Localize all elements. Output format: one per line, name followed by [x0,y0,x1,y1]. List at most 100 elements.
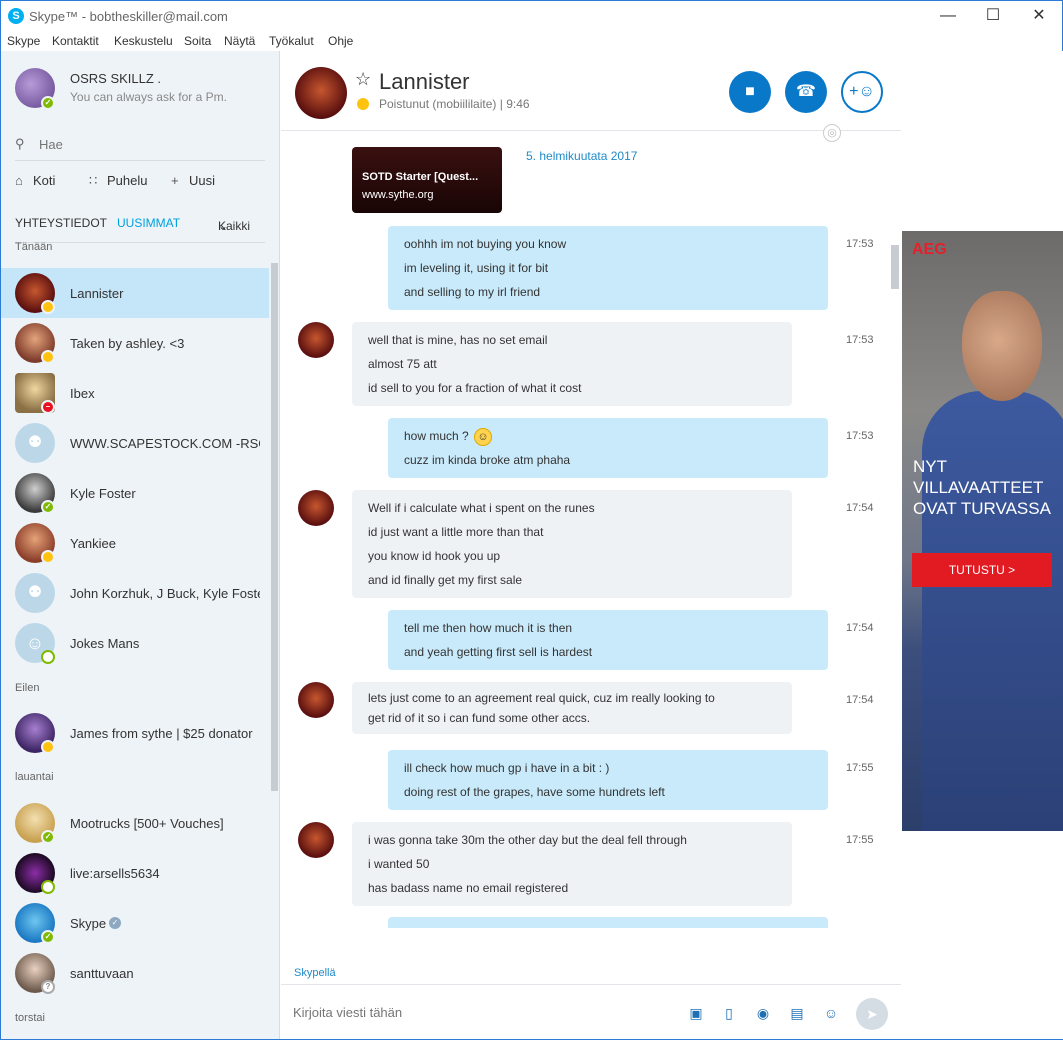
message-text: how much ? [404,429,469,443]
profile-name[interactable]: OSRS SKILLZ . [70,71,161,86]
incoming-message[interactable]: well that is mine, has no set email almo… [352,322,792,406]
menu-contacts[interactable]: Kontaktit [52,34,99,48]
message-time: 17:55 [846,834,874,846]
unknown-status-icon: ? [41,980,55,994]
contact-item[interactable]: ? santtuvaan [1,948,269,998]
video-message-icon[interactable]: ◉ [753,1005,773,1023]
contact-item[interactable]: ☺ Jokes Mans [1,618,269,668]
favorite-star-icon[interactable]: ☆ [355,69,371,90]
home-button[interactable]: ⌂ Koti [15,173,55,193]
send-button[interactable]: ➤ [856,998,888,1030]
advertisement[interactable]: AEG NYT VILLAVAATTEET OVAT TURVASSA TUTU… [902,231,1063,831]
away-status-icon [41,740,55,754]
audio-call-button[interactable]: ☎ [785,71,827,113]
ad-person-head [962,291,1042,401]
link-preview-title: SOTD Starter [Quest... [362,171,479,183]
new-button[interactable]: + Uusi [171,173,215,193]
ad-column: AEG NYT VILLAVAATTEET OVAT TURVASSA TUTU… [902,51,1063,1039]
add-contact-icon: +☺ [849,83,875,100]
menu-skype[interactable]: Skype [7,34,40,48]
composer: ▣ ▯ ◉ ▤ ☺ ➤ [281,984,901,1039]
message-input[interactable] [293,1001,673,1023]
contact-item[interactable]: ⚉ WWW.SCAPESTOCK.COM -RSGP Trusted [1,418,269,468]
send-image-icon[interactable]: ▣ [686,1005,706,1023]
contact-item[interactable]: live:arsells5634 [1,848,269,898]
outgoing-message[interactable]: ill check how much gp i have in a bit : … [388,750,828,810]
away-status-icon [357,98,369,110]
contacts-scrollbar[interactable] [271,263,278,791]
away-status-icon [41,300,55,314]
message-time: 17:53 [846,334,874,346]
ad-headline: NYT VILLAVAATTEET OVAT TURVASSA [913,456,1051,519]
message-line: i wanted 50 [368,857,430,871]
tab-recent[interactable]: UUSIMMAT [117,216,180,230]
contact-item[interactable]: ✓ Skype ✓ [1,898,269,948]
contact-item[interactable]: Lannister [1,268,269,318]
add-people-button[interactable]: +☺ [841,71,883,113]
incoming-message[interactable]: i was gonna take 30m the other day but t… [352,822,792,906]
message-time: 17:54 [846,694,874,706]
menu-help[interactable]: Ohje [328,34,353,48]
emoticon-icon[interactable]: ☺ [821,1005,841,1023]
contact-item[interactable]: ✓ Kyle Foster [1,468,269,518]
plus-icon: + [171,173,179,188]
message-line: almost 75 att [368,357,437,371]
search-input[interactable] [39,133,259,155]
message-line: well that is mine, has no set email [368,333,548,347]
message-line: how much ? ☺ [404,424,812,448]
sender-avatar[interactable] [298,490,334,526]
contact-name: Kyle Foster [70,486,136,501]
message-line: oohhh im not buying you know [404,237,567,251]
group-avatar-icon: ⚉ [15,573,55,613]
section-today: Tänään [15,241,53,253]
chat-contact-name[interactable]: Lannister [379,69,470,95]
contact-item[interactable]: James from sythe | $25 donator [1,708,269,758]
menu-conversation[interactable]: Keskustelu [114,34,173,48]
send-arrow-icon: ➤ [866,1006,878,1022]
menu-tools[interactable]: Työkalut [269,34,314,48]
send-contact-icon[interactable]: ▤ [787,1005,807,1023]
message-line: tell me then how much it is then [404,621,573,635]
incoming-message[interactable]: lets just come to an agreement real quic… [352,682,792,734]
contact-name: WWW.SCAPESTOCK.COM -RSGP Trusted [70,436,260,451]
incoming-message[interactable]: Well if i calculate what i spent on the … [352,490,792,598]
sender-avatar[interactable] [298,682,334,718]
contact-name: Taken by ashley. <3 [70,336,185,351]
tab-contacts[interactable]: YHTEYSTIEDOT [15,216,107,230]
outgoing-message-partial[interactable] [388,917,828,928]
menu-view[interactable]: Näytä [224,34,255,48]
outgoing-message[interactable]: how much ? ☺ cuzz im kinda broke atm pha… [388,418,828,478]
sender-avatar[interactable] [298,322,334,358]
call-button[interactable]: ∷ Puhelu [89,173,147,193]
message-line: ill check how much gp i have in a bit : … [404,761,610,775]
sender-avatar[interactable] [298,822,334,858]
contact-name: live:arsells5634 [70,866,160,881]
contact-item[interactable]: ✓ Mootrucks [500+ Vouches] [1,798,269,848]
profile-mood[interactable]: You can always ask for a Pm. [70,90,227,104]
minimize-button[interactable]: — [933,5,963,27]
link-preview-card[interactable]: SOTD Starter [Quest... www.sythe.org [352,147,502,213]
ad-cta-button[interactable]: TUTUSTU > [912,553,1052,587]
status-separator: | [499,97,503,111]
maximize-button[interactable]: ☐ [978,5,1008,27]
contact-item[interactable]: ⚉ John Korzhuk, J Buck, Kyle Foster [1,568,269,618]
message-line: lets just come to an agreement real quic… [368,691,715,705]
contact-item[interactable]: Yankiee [1,518,269,568]
message-time: 17:54 [846,622,874,634]
ad-headline-line: VILLAVAATTEET [913,478,1044,497]
message-line: Well if i calculate what i spent on the … [368,501,595,515]
message-line: im leveling it, using it for bit [404,261,549,275]
contact-item[interactable]: Taken by ashley. <3 [1,318,269,368]
menu-bar: Skype Kontaktit Keskustelu Soita Näytä T… [1,31,1062,51]
chat-avatar[interactable] [295,67,347,119]
message-line: id just want a little more than that [368,525,544,539]
chat-scrollbar[interactable] [891,245,899,289]
video-call-button[interactable]: ■ [729,71,771,113]
outgoing-message[interactable]: oohhh im not buying you know im leveling… [388,226,828,310]
menu-call[interactable]: Soita [184,34,211,48]
close-button[interactable]: ✕ [1024,5,1054,27]
outgoing-message[interactable]: tell me then how much it is then and yea… [388,610,828,670]
message-line: cuzz im kinda broke atm phaha [404,453,571,467]
send-file-icon[interactable]: ▯ [719,1005,739,1023]
contact-item[interactable]: – Ibex [1,368,269,418]
